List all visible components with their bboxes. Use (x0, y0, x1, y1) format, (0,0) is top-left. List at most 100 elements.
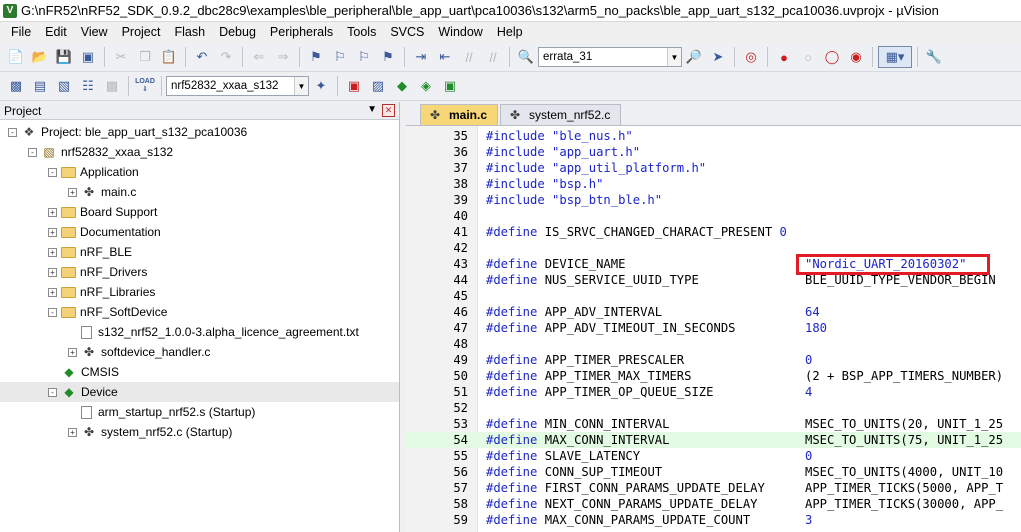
find-icon[interactable]: 🔎 (683, 46, 705, 68)
tree-item[interactable]: + nRF_BLE (0, 242, 399, 262)
tree-item[interactable]: ◆ CMSIS (0, 362, 399, 382)
stop-build-icon[interactable]: ▩ (101, 75, 123, 97)
comment-icon[interactable]: // (458, 46, 480, 68)
pack-installer-icon[interactable]: ▣ (439, 75, 461, 97)
tree-item[interactable]: + ✤ softdevice_handler.c (0, 342, 399, 362)
tab-main-c[interactable]: ✤ main.c (420, 104, 499, 125)
menu-help[interactable]: Help (490, 22, 530, 43)
chevron-down-icon[interactable]: ▼ (294, 77, 308, 95)
kill-breakpoints-icon[interactable]: ◉ (845, 46, 867, 68)
tree-item[interactable]: + ✤ main.c (0, 182, 399, 202)
run-time-environment-icon[interactable]: ◆ (391, 75, 413, 97)
tree-item[interactable]: - nRF_SoftDevice (0, 302, 399, 322)
batch-build-icon[interactable]: ☷ (77, 75, 99, 97)
close-icon[interactable]: ✕ (382, 104, 395, 117)
next-bookmark-icon[interactable]: ⚐ (353, 46, 375, 68)
undo-icon[interactable]: ↶ (191, 46, 213, 68)
menu-tools[interactable]: Tools (340, 22, 383, 43)
menu-view[interactable]: View (74, 22, 115, 43)
rebuild-icon[interactable]: ▧ (53, 75, 75, 97)
disable-all-breakpoints-icon[interactable]: ◯ (821, 46, 843, 68)
macro-name: NEXT_CONN_PARAMS_UPDATE_DELAY (544, 497, 758, 511)
code-text: #define APP_TIMER_OP_QUEUE_SIZE (486, 384, 713, 400)
breakpoint-icon[interactable]: ● (773, 46, 795, 68)
redo-icon[interactable]: ↷ (215, 46, 237, 68)
tree-item[interactable]: + Documentation (0, 222, 399, 242)
collapse-icon[interactable]: - (28, 147, 37, 157)
collapse-icon[interactable]: - (48, 167, 57, 177)
file-extensions-icon[interactable]: ▣ (343, 75, 365, 97)
preprocessor-keyword: #define (486, 481, 538, 495)
new-file-icon[interactable]: 📄 (5, 46, 27, 68)
menu-file[interactable]: File (4, 22, 38, 43)
menu-project[interactable]: Project (115, 22, 168, 43)
expand-icon[interactable]: + (48, 227, 57, 237)
window-layout-icon[interactable]: ▦▾ (878, 46, 912, 68)
paste-icon[interactable]: 📋 (158, 46, 180, 68)
tree-item[interactable]: s132_nrf52_1.0.0-3.alpha_licence_agreeme… (0, 322, 399, 342)
open-file-icon[interactable]: 📂 (29, 46, 51, 68)
target-select[interactable]: nrf52832_xxaa_s132 ▼ (166, 76, 309, 96)
indent-icon[interactable]: ⇥ (410, 46, 432, 68)
configure-icon[interactable]: 🔧 (923, 46, 945, 68)
build-icon[interactable]: ▤ (29, 75, 51, 97)
save-icon[interactable]: 💾 (53, 46, 75, 68)
chevron-down-icon[interactable]: ▼ (667, 48, 681, 66)
code-line: 44 #define NUS_SERVICE_UUID_TYPE BLE_UUID_… (406, 272, 1021, 288)
tree-item[interactable]: - ❖ Project: ble_app_uart_s132_pca10036 (0, 122, 399, 142)
tree-item[interactable]: arm_startup_nrf52.s (Startup) (0, 402, 399, 422)
navigate-back-icon[interactable]: ⇐ (248, 46, 270, 68)
find-combo[interactable]: errata_31 ▼ (538, 47, 682, 67)
menu-debug[interactable]: Debug (212, 22, 263, 43)
menu-edit[interactable]: Edit (38, 22, 74, 43)
debug-session-icon[interactable]: ◎ (740, 46, 762, 68)
menu-window[interactable]: Window (431, 22, 489, 43)
tree-item[interactable]: - ◆ Device (0, 382, 399, 402)
find-in-files-icon[interactable]: 🔍 (515, 46, 537, 68)
copy-icon[interactable]: ❐ (134, 46, 156, 68)
tree-item[interactable]: + nRF_Drivers (0, 262, 399, 282)
tree-item[interactable]: - ▧ nrf52832_xxaa_s132 (0, 142, 399, 162)
code-editor[interactable]: 35 #include "ble_nus.h" 36 #include "app_ua… (406, 126, 1021, 532)
clear-bookmarks-icon[interactable]: ⚑ (377, 46, 399, 68)
cut-icon[interactable]: ✂ (110, 46, 132, 68)
menu-flash[interactable]: Flash (167, 22, 212, 43)
tab-system-nrf52-c[interactable]: ✤ system_nrf52.c (500, 104, 622, 125)
tree-item[interactable]: + ✤ system_nrf52.c (Startup) (0, 422, 399, 442)
collapse-icon[interactable]: - (8, 127, 17, 137)
target-options-icon[interactable]: ✦ (310, 75, 332, 97)
navigate-forward-icon[interactable]: ⇒ (272, 46, 294, 68)
save-all-icon[interactable]: ▣ (77, 46, 99, 68)
macro-value: (2 + BSP_APP_TIMERS_NUMBER) (805, 369, 1004, 383)
pin-icon[interactable]: ▼ (367, 104, 377, 115)
line-number: 54 (453, 433, 468, 447)
translate-icon[interactable]: ▩ (5, 75, 27, 97)
disable-breakpoint-icon[interactable]: ○ (797, 46, 819, 68)
menu-svcs[interactable]: SVCS (383, 22, 431, 43)
expand-icon[interactable]: + (48, 207, 57, 217)
uncomment-icon[interactable]: // (482, 46, 504, 68)
code-line: 39 #include "bsp_btn_ble.h" (406, 192, 1021, 208)
prev-bookmark-icon[interactable]: ⚐ (329, 46, 351, 68)
tree-item[interactable]: + nRF_Libraries (0, 282, 399, 302)
bookmark-icon[interactable]: ⚑ (305, 46, 327, 68)
expand-icon[interactable]: + (68, 347, 77, 357)
unindent-icon[interactable]: ⇤ (434, 46, 456, 68)
macro-name: APP_TIMER_OP_QUEUE_SIZE (544, 385, 714, 399)
expand-icon[interactable]: + (48, 267, 57, 277)
tree-item[interactable]: - Application (0, 162, 399, 182)
menu-peripherals[interactable]: Peripherals (263, 22, 340, 43)
expand-icon[interactable]: + (68, 427, 77, 437)
select-packs-icon[interactable]: ◈ (415, 75, 437, 97)
expand-icon[interactable]: + (48, 247, 57, 257)
toolbar-separator (128, 76, 129, 96)
collapse-icon[interactable]: - (48, 387, 57, 397)
incremental-find-icon[interactable]: ➤ (707, 46, 729, 68)
tree-item[interactable]: + Board Support (0, 202, 399, 222)
manage-components-icon[interactable]: ▨ (367, 75, 389, 97)
line-number: 37 (453, 161, 468, 175)
expand-icon[interactable]: + (68, 187, 77, 197)
collapse-icon[interactable]: - (48, 307, 57, 317)
expand-icon[interactable]: + (48, 287, 57, 297)
load-button[interactable]: LOAD ⇓ (134, 75, 156, 97)
